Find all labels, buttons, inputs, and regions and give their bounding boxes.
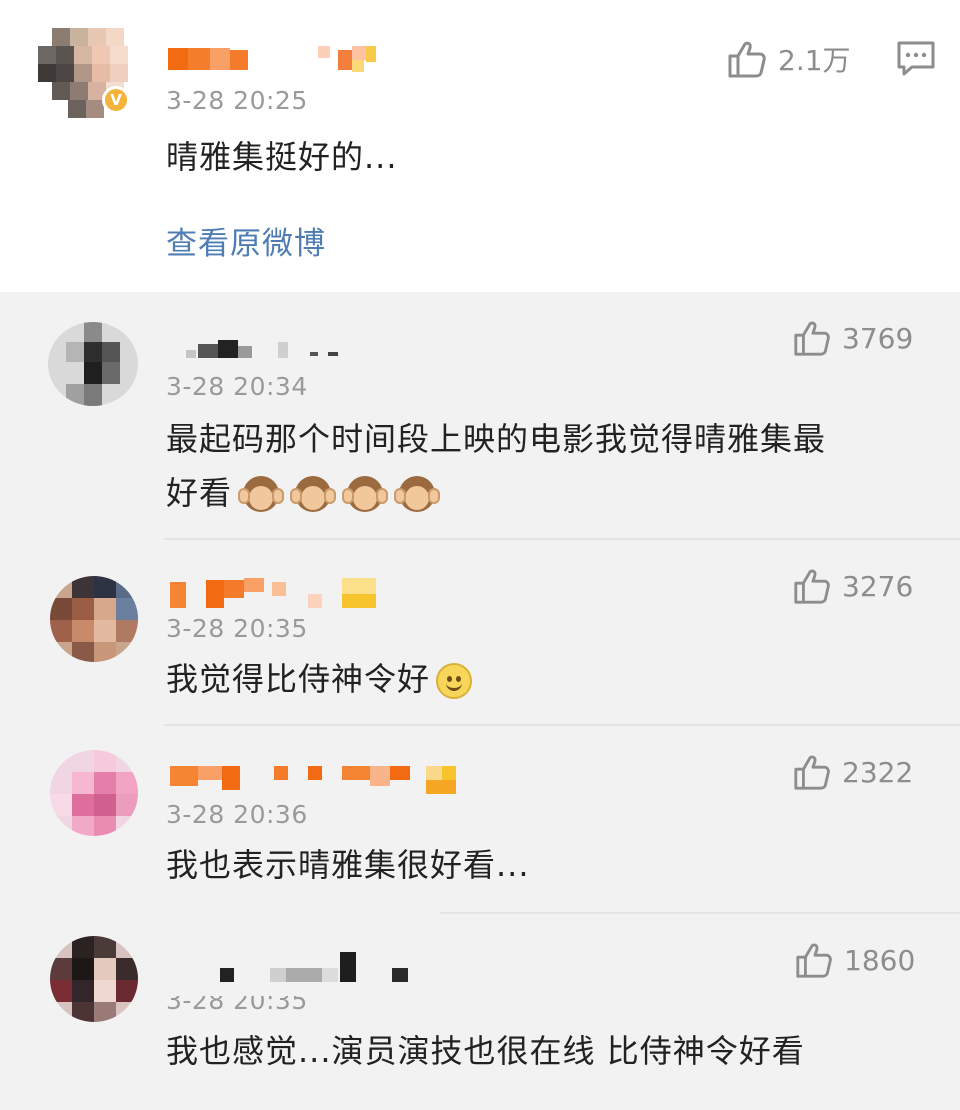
comment-like-count: 3769 — [842, 321, 914, 355]
comment-like-button[interactable]: 3769 — [792, 318, 913, 358]
see-no-evil-monkey-icon — [394, 474, 441, 516]
comment-like-button[interactable]: 1860 — [794, 940, 915, 980]
username-mosaic[interactable] — [170, 764, 470, 794]
divider — [164, 538, 960, 540]
username-mosaic[interactable] — [168, 46, 398, 72]
comment-icon[interactable] — [896, 40, 936, 78]
comment-timestamp: 3-28 20:35 — [166, 986, 308, 1015]
comment-like-button[interactable]: 2322 — [792, 752, 913, 792]
thumbs-up-icon — [794, 569, 830, 604]
avatar[interactable] — [50, 936, 138, 1022]
thumbs-up-icon — [728, 41, 766, 78]
comment-timestamp: 3-28 20:34 — [166, 372, 308, 401]
see-no-evil-monkey-icon — [290, 474, 337, 516]
divider — [164, 724, 960, 726]
comment-like-count: 2322 — [842, 755, 914, 789]
comment-text: 我也表示晴雅集很好看... — [166, 846, 530, 884]
original-post-card: V 3-28 20:25 晴雅集挺好的... 查看原微博 2.1万 — [0, 0, 960, 292]
comment-timestamp: 3-28 20:35 — [166, 614, 308, 643]
thumbs-up-icon — [796, 943, 832, 978]
view-original-weibo-link[interactable]: 查看原微博 — [166, 218, 326, 263]
see-no-evil-monkey-icon — [342, 474, 389, 516]
thumbs-up-icon — [794, 321, 830, 356]
comment-text-line: 好看 — [166, 466, 926, 520]
see-no-evil-monkey-icon — [238, 474, 285, 516]
comment-text-line-2: 好看 — [166, 474, 233, 512]
username-mosaic[interactable] — [186, 336, 356, 362]
comment-text: 最起码那个时间段上映的电影我觉得晴雅集最 好看 — [166, 412, 926, 520]
divider — [440, 912, 960, 914]
comment-like-button[interactable]: 3276 — [792, 566, 913, 606]
avatar[interactable] — [50, 576, 138, 662]
verified-badge-icon: V — [102, 86, 130, 114]
avatar[interactable] — [50, 750, 138, 836]
post-like-count: 2.1万 — [778, 44, 851, 77]
comment-text: 我觉得比侍神令好 — [166, 652, 473, 706]
avatar[interactable] — [48, 322, 138, 406]
smiley-icon — [436, 663, 473, 699]
post-text: 晴雅集挺好的... — [166, 138, 398, 176]
comment-timestamp: 3-28 20:36 — [166, 800, 308, 829]
post-timestamp: 3-28 20:25 — [166, 86, 308, 115]
comment-like-count: 1860 — [844, 943, 916, 977]
comment-like-count: 3276 — [842, 569, 914, 603]
thumbs-up-icon — [794, 755, 830, 790]
username-mosaic[interactable] — [170, 578, 390, 608]
see-no-evil-monkey-icon-group — [238, 474, 441, 516]
post-like-button[interactable]: 2.1万 — [726, 38, 851, 80]
username-mosaic[interactable] — [220, 950, 420, 982]
comment-text-line: 最起码那个时间段上映的电影我觉得晴雅集最 — [166, 420, 827, 458]
comment-text: 我也感觉...演员演技也很在线 比侍神令好看 — [166, 1032, 805, 1070]
comment-text-content: 我觉得比侍神令好 — [166, 660, 431, 698]
